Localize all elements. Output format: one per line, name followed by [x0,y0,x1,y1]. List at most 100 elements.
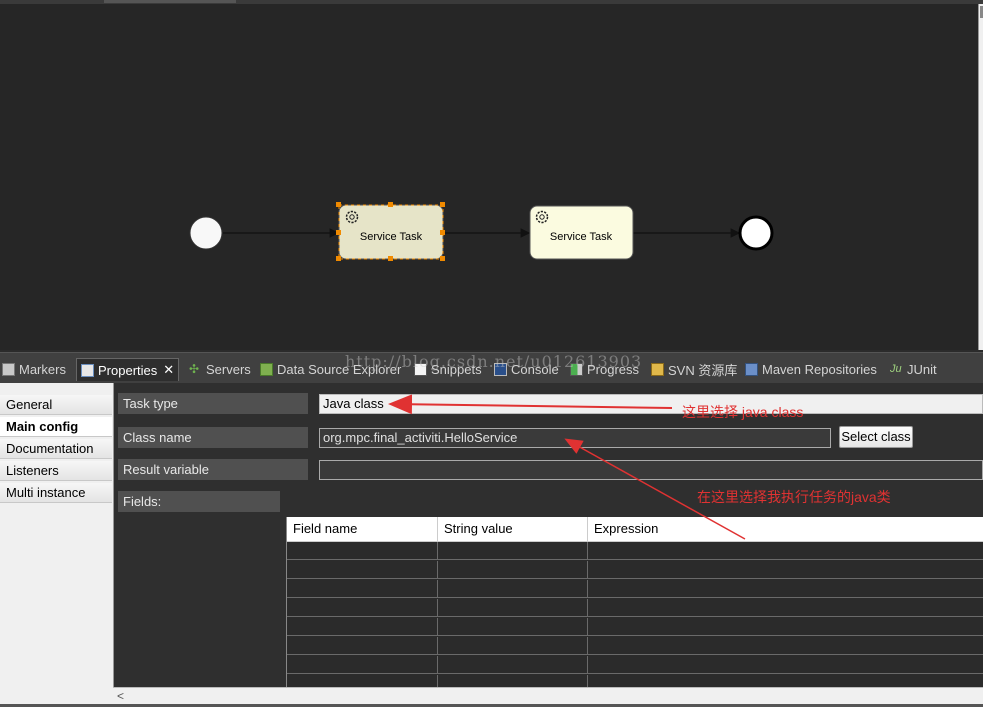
maven-repositories-icon [745,362,758,376]
nav-item-general[interactable]: General [0,395,112,415]
table-cell[interactable] [588,561,983,579]
selection-handle[interactable] [440,256,445,261]
table-cell[interactable] [588,542,983,560]
table-cell[interactable] [287,561,438,579]
tab-markers[interactable]: Markers [2,359,66,379]
close-icon[interactable]: ✕ [163,362,174,378]
table-cell[interactable] [438,675,588,687]
view-tab-bar: Markers Properties ✕ ✣ Servers Data Sour… [0,352,983,383]
end-event[interactable] [738,215,774,251]
task-type-select[interactable]: Java class [319,394,983,414]
annotation-text-2: 在这里选择我执行任务的java类 [697,489,891,505]
fields-label: Fields: [118,491,280,512]
data-source-explorer-icon [260,362,273,376]
selection-handle[interactable] [336,202,341,207]
table-row[interactable] [287,618,983,636]
tab-label: JUnit [907,361,937,377]
nav-item-documentation[interactable]: Documentation [0,439,112,459]
table-cell[interactable] [287,542,438,560]
junit-icon: Ju [890,362,902,375]
column-header-expression[interactable]: Expression [588,517,983,541]
selection-handle[interactable] [336,230,341,235]
tab-properties[interactable]: Properties ✕ [76,358,180,381]
markers-icon [2,362,15,376]
service-task-1-label: Service Task [360,231,423,243]
nav-item-multi-instance[interactable]: Multi instance [0,483,112,503]
tab-label: Data Source Explorer [277,361,402,377]
service-task-1[interactable]: Service Task [336,202,445,261]
task-type-label: Task type [118,393,308,414]
progress-icon [570,362,583,376]
table-cell[interactable] [287,656,438,674]
selection-handle[interactable] [336,256,341,261]
table-row[interactable] [287,561,983,579]
service-task-2[interactable]: Service Task [529,205,634,260]
table-cell[interactable] [588,656,983,674]
select-class-button[interactable]: Select class [839,426,913,448]
table-cell[interactable] [438,542,588,560]
table-row[interactable] [287,656,983,674]
table-cell[interactable] [287,675,438,687]
tab-progress[interactable]: Progress [570,359,639,379]
table-header: Field name String value Expression [287,517,983,542]
fields-table[interactable]: Field name String value Expression [286,517,983,687]
servers-icon: ✣ [189,361,200,376]
table-cell[interactable] [588,637,983,655]
tab-console[interactable]: Console [494,359,559,379]
tab-label: SVN 资源库 [668,362,738,378]
class-name-input[interactable]: org.mpc.final_activiti.HelloService [319,428,831,448]
table-cell[interactable] [438,599,588,617]
tab-label: Properties [98,362,158,378]
horizontal-scrollbar[interactable]: < [113,687,983,705]
tab-label: Snippets [431,361,482,377]
result-variable-label: Result variable [118,459,308,480]
result-variable-input[interactable] [319,460,983,480]
table-cell[interactable] [438,561,588,579]
tab-label: Maven Repositories [762,361,877,377]
table-cell[interactable] [287,580,438,598]
table-row[interactable] [287,599,983,617]
table-row[interactable] [287,542,983,560]
tab-junit[interactable]: Ju JUnit [890,359,937,379]
column-header-field-name[interactable]: Field name [287,517,438,541]
annotation-text-1: 这里选择 java class [682,404,804,420]
service-task-2-label: Service Task [550,231,613,243]
nav-item-listeners[interactable]: Listeners [0,461,112,481]
tab-snippets[interactable]: Snippets [414,359,482,379]
table-row[interactable] [287,637,983,655]
nav-item-main-config[interactable]: Main config [0,417,112,437]
table-cell[interactable] [588,599,983,617]
tab-data-source-explorer[interactable]: Data Source Explorer [260,359,401,379]
start-event[interactable] [189,216,223,250]
table-cell[interactable] [287,637,438,655]
properties-nav: General Main config Documentation Listen… [0,383,114,707]
tab-maven-repositories[interactable]: Maven Repositories [745,359,877,379]
tab-label: Console [511,361,559,377]
bpmn-diagram: Service Task Service Task [189,202,774,261]
svn-repository-icon [651,362,664,376]
table-cell[interactable] [438,637,588,655]
tab-label: Servers [206,361,251,377]
tab-svn-repository[interactable]: SVN 资源库 [651,359,737,379]
table-cell[interactable] [438,656,588,674]
table-cell[interactable] [588,675,983,687]
selection-handle[interactable] [388,202,393,207]
console-icon [494,362,507,376]
scroll-left-icon[interactable]: < [117,689,124,703]
selection-handle[interactable] [440,230,445,235]
table-cell[interactable] [287,599,438,617]
properties-icon [81,363,94,377]
table-cell[interactable] [438,580,588,598]
table-cell[interactable] [287,618,438,636]
table-cell[interactable] [588,580,983,598]
snippets-icon [414,362,427,376]
tab-label: Progress [587,361,640,377]
table-row[interactable] [287,580,983,598]
selection-handle[interactable] [440,202,445,207]
table-row[interactable] [287,675,983,687]
table-cell[interactable] [438,618,588,636]
column-header-string-value[interactable]: String value [438,517,588,541]
table-cell[interactable] [588,618,983,636]
selection-handle[interactable] [388,256,393,261]
tab-servers[interactable]: ✣ Servers [189,359,251,379]
